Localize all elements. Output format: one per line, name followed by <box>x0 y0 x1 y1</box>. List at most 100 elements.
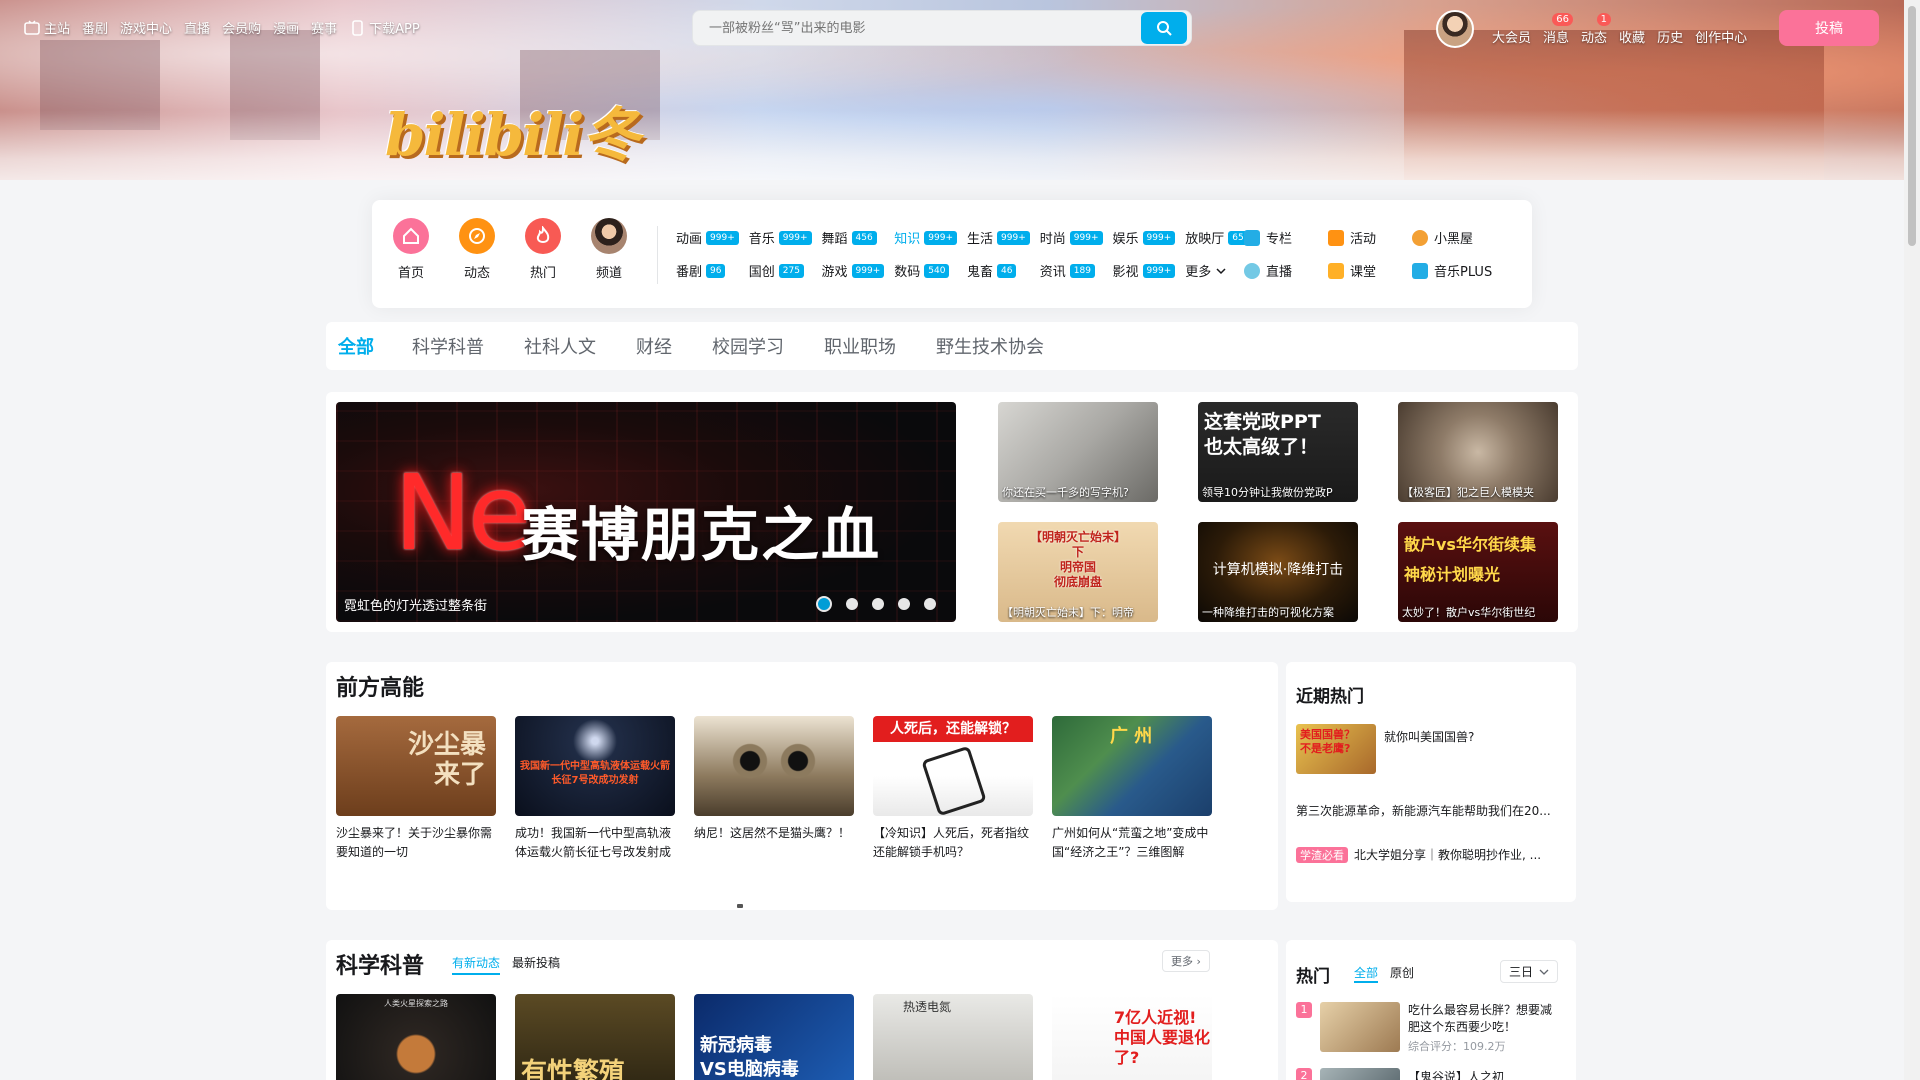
video-card[interactable]: 人类火星探索之路 <box>336 994 496 1080</box>
video-thumbnail[interactable]: 热透电氮 <box>873 994 1033 1080</box>
featured-video[interactable]: 【明朝灭亡始末】 下 明帝国 彻底崩盘 【明朝灭亡始末】下：明帝 <box>998 522 1158 622</box>
featured-video[interactable]: 这套党政PPT 也太高级了！ 领导10分钟让我做份党政P <box>1198 402 1358 502</box>
upload-button[interactable]: 投稿 <box>1779 10 1879 46</box>
nav-link-bangumi[interactable]: 番剧 <box>82 18 108 37</box>
bilibili-winter-logo[interactable]: bilibili冬 <box>385 88 640 172</box>
video-card[interactable]: 我国新一代中型高轨液体运载火箭 长征7号改成功发射 成功！我国新一代中型高轨液体… <box>515 716 675 862</box>
nav-creator-center[interactable]: 创作中心 <box>1695 13 1747 46</box>
tab-campus[interactable]: 校园学习 <box>712 333 784 359</box>
nav-messages[interactable]: 消息 66 <box>1543 12 1574 46</box>
featured-video[interactable]: 【极客匠】犯之巨人模模夹 <box>1398 402 1558 502</box>
category-more[interactable]: 更多 <box>1185 261 1247 280</box>
tab-all[interactable]: 全部 <box>338 333 374 359</box>
video-title[interactable]: 广州如何从“荒蛮之地”变成中国“经济之王”？三维图解 <box>1052 824 1212 862</box>
video-thumbnail[interactable]: 沙尘暴 来了 <box>336 716 496 816</box>
extra-music-plus[interactable]: 音乐PLUS <box>1412 261 1512 280</box>
carousel-caption[interactable]: 霓虹色的灯光透过整条街 <box>344 595 487 614</box>
channel-dynamic[interactable]: 动态 <box>452 218 502 281</box>
recent-hot-item[interactable]: 学渣必看 北大学姐分享｜教你聪明抄作业, ... <box>1296 846 1541 863</box>
video-thumbnail[interactable]: 我国新一代中型高轨液体运载火箭 长征7号改成功发射 <box>515 716 675 816</box>
channel-hot[interactable]: 热门 <box>518 218 568 281</box>
nav-dynamic[interactable]: 动态 1 <box>1581 12 1612 46</box>
category-dance[interactable]: 舞蹈 456 <box>822 228 885 247</box>
nav-vip[interactable]: 大会员 <box>1492 13 1531 46</box>
range-select[interactable]: 三日 <box>1500 960 1559 983</box>
category-cinema[interactable]: 放映厅 65 <box>1185 228 1248 247</box>
carousel[interactable]: Ne 赛博朋克之血 霓虹色的灯光透过整条街 <box>336 402 956 622</box>
hot-item[interactable]: 1 吃什么最容易长胖？想要减肥这个东西要少吃！ 综合评分：109.2万 <box>1296 1002 1556 1054</box>
video-card[interactable]: 纳尼！这居然不是猫头鹰？！ <box>694 716 854 862</box>
category-life[interactable]: 生活 999+ <box>967 228 1030 247</box>
more-button[interactable]: 更多 › <box>1162 950 1210 972</box>
hot-item[interactable]: 2 【鬼谷说】人之初 <box>1296 1068 1504 1080</box>
video-card[interactable]: 有性繁殖 <box>515 994 675 1080</box>
extra-live[interactable]: 直播 <box>1244 261 1328 280</box>
featured-video[interactable]: 散户vs华尔街续集 神秘计划曝光 太妙了！散户vs华尔街世纪 <box>1398 522 1558 622</box>
tab-social-science[interactable]: 社科人文 <box>524 333 596 359</box>
video-thumbnail[interactable] <box>694 716 854 816</box>
channel-channels[interactable]: 频道 <box>584 218 634 281</box>
tab-tech[interactable]: 野生技术协会 <box>936 333 1044 359</box>
search-button[interactable] <box>1141 12 1187 44</box>
video-thumbnail[interactable]: 新冠病毒 VS电脑病毒 <box>694 994 854 1080</box>
extra-classroom[interactable]: 课堂 <box>1328 261 1412 280</box>
category-guochuang[interactable]: 国创 275 <box>749 261 812 280</box>
hot-tab-original[interactable]: 原创 <box>1390 964 1414 981</box>
nav-link-game-center[interactable]: 游戏中心 <box>120 18 172 37</box>
video-thumbnail[interactable]: 人死后，还能解锁？ <box>873 716 1033 816</box>
recent-hot-item[interactable]: 第三次能源革命，新能源汽车能帮助我们在20... <box>1296 802 1564 819</box>
carousel-dot[interactable] <box>872 598 884 610</box>
category-entertainment[interactable]: 娱乐 999+ <box>1113 228 1176 247</box>
carousel-dot[interactable] <box>846 598 858 610</box>
hot-tab-all[interactable]: 全部 <box>1354 964 1379 983</box>
video-title[interactable]: 【冷知识】人死后，死者指纹还能解锁手机吗？ <box>873 824 1033 862</box>
page-scrollbar[interactable] <box>1904 0 1920 1080</box>
category-digital[interactable]: 数码 540 <box>894 261 957 280</box>
nav-link-download-app[interactable]: 下载APP <box>349 18 420 37</box>
scrollbar-thumb[interactable] <box>1908 6 1916 246</box>
tab-science[interactable]: 科学科普 <box>412 333 484 359</box>
tab-career[interactable]: 职业职场 <box>824 333 896 359</box>
sub-tab-latest[interactable]: 最新投稿 <box>512 954 560 971</box>
nav-link-manga[interactable]: 漫画 <box>273 18 299 37</box>
extra-activity[interactable]: 活动 <box>1328 228 1412 247</box>
video-thumbnail[interactable]: 7亿人近视! 中国人要退化了? <box>1052 994 1212 1080</box>
category-knowledge[interactable]: 知识 999+ <box>894 228 957 247</box>
nav-link-mall[interactable]: 会员购 <box>222 18 261 37</box>
video-card[interactable]: 广 州 广州如何从“荒蛮之地”变成中国“经济之王”？三维图解 <box>1052 716 1212 862</box>
category-fashion[interactable]: 时尚 999+ <box>1040 228 1103 247</box>
nav-history[interactable]: 历史 <box>1657 13 1683 46</box>
nav-favorites[interactable]: 收藏 <box>1619 13 1645 46</box>
video-card[interactable]: 人死后，还能解锁？ 【冷知识】人死后，死者指纹还能解锁手机吗？ <box>873 716 1033 862</box>
category-news[interactable]: 资讯 189 <box>1040 261 1103 280</box>
nav-link-live[interactable]: 直播 <box>184 18 210 37</box>
video-title[interactable]: 沙尘暴来了！关于沙尘暴你需要知道的一切 <box>336 824 496 862</box>
tab-finance[interactable]: 财经 <box>636 333 672 359</box>
carousel-dot[interactable] <box>924 598 936 610</box>
extra-column[interactable]: 专栏 <box>1244 228 1328 247</box>
category-kichiku[interactable]: 鬼畜 46 <box>967 261 1030 280</box>
video-card[interactable]: 新冠病毒 VS电脑病毒 <box>694 994 854 1080</box>
video-card[interactable]: 热透电氮 <box>873 994 1033 1080</box>
featured-video[interactable]: 你还在买一千多的写字机? <box>998 402 1158 502</box>
video-card[interactable]: 沙尘暴 来了 沙尘暴来了！关于沙尘暴你需要知道的一切 <box>336 716 496 862</box>
category-anime[interactable]: 动画 999+ <box>676 228 739 247</box>
carousel-dot[interactable] <box>898 598 910 610</box>
nav-link-esports[interactable]: 赛事 <box>311 18 337 37</box>
category-game[interactable]: 游戏 999+ <box>822 261 885 280</box>
featured-video[interactable]: 计算机模拟·降维打击 一种降维打击的可视化方案 <box>1198 522 1358 622</box>
category-music[interactable]: 音乐 999+ <box>749 228 812 247</box>
category-bangumi[interactable]: 番剧 96 <box>676 261 739 280</box>
nav-link-main[interactable]: 主站 <box>24 18 70 37</box>
carousel-dot-active[interactable] <box>816 596 832 612</box>
video-card[interactable]: 7亿人近视! 中国人要退化了? <box>1052 994 1212 1080</box>
video-title[interactable]: 纳尼！这居然不是猫头鹰？！ <box>694 824 854 862</box>
recent-hot-item[interactable]: 美国国兽？ 不是老鹰? 就你叫美国国兽? <box>1296 724 1474 774</box>
extra-blackroom[interactable]: 小黑屋 <box>1412 228 1512 247</box>
video-title[interactable]: 成功！我国新一代中型高轨液体运载火箭长征七号改发射成 <box>515 824 675 862</box>
sub-tab-new-dynamic[interactable]: 有新动态 <box>452 954 501 975</box>
channel-home[interactable]: 首页 <box>386 218 436 281</box>
video-thumbnail[interactable]: 人类火星探索之路 <box>336 994 496 1080</box>
video-thumbnail[interactable]: 广 州 <box>1052 716 1212 816</box>
video-thumbnail[interactable]: 有性繁殖 <box>515 994 675 1080</box>
